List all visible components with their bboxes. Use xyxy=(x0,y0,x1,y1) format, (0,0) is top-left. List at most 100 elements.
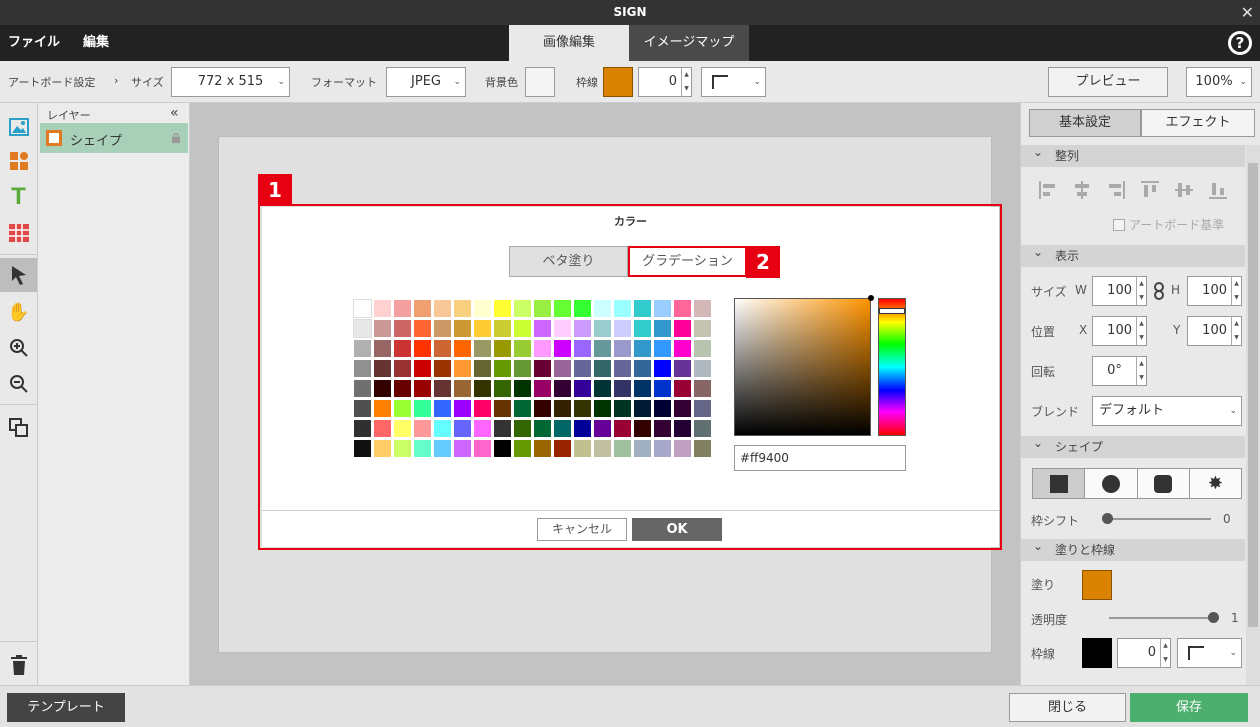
height-stepper[interactable]: 100 ▲ ▼ xyxy=(1187,276,1242,306)
stroke-label: 枠線 xyxy=(1031,647,1056,661)
shapes-icon xyxy=(9,152,28,170)
stepper-arrows-icon[interactable]: ▲ ▼ xyxy=(1136,317,1146,345)
section-shape-header[interactable]: シェイプ xyxy=(1021,432,1245,458)
fill-color-swatch[interactable] xyxy=(1082,570,1112,600)
blend-select[interactable]: デフォルト ⌄ xyxy=(1092,396,1242,426)
circle-shape-button[interactable] xyxy=(1085,469,1138,498)
lock-icon[interactable] xyxy=(172,133,180,143)
tool-divider xyxy=(0,641,37,642)
x-stepper[interactable]: 100 ▲ ▼ xyxy=(1092,316,1147,346)
star-shape-button[interactable]: ✸ xyxy=(1189,469,1241,498)
align-bottom-icon[interactable] xyxy=(1209,181,1227,199)
opacity-slider[interactable] xyxy=(1109,612,1219,623)
starburst-icon: ✸ xyxy=(1207,473,1223,494)
zoom-value: 100% xyxy=(1195,74,1233,89)
corner-style-icon xyxy=(712,75,728,89)
align-right-icon[interactable] xyxy=(1107,181,1125,199)
delete-tool[interactable] xyxy=(0,648,37,682)
zoom-out-tool[interactable] xyxy=(0,367,37,401)
background-color-swatch[interactable] xyxy=(525,67,555,97)
collapse-panel-icon[interactable]: « xyxy=(170,105,179,121)
stepper-arrows-icon[interactable]: ▲ ▼ xyxy=(1231,277,1241,305)
artboard-settings-label: アートボード設定 xyxy=(8,76,96,89)
scrollbar[interactable] xyxy=(1246,145,1260,685)
image-tool[interactable] xyxy=(0,110,37,144)
arrange-tool[interactable] xyxy=(0,411,37,445)
menu-file[interactable]: ファイル xyxy=(8,25,60,61)
select-tool[interactable] xyxy=(0,258,37,292)
slider-handle[interactable] xyxy=(1208,612,1219,623)
annotation-badge-1: 1 xyxy=(258,174,292,206)
align-center-icon[interactable] xyxy=(1073,181,1091,199)
chevron-down-icon: ⌄ xyxy=(277,77,285,87)
align-top-icon[interactable] xyxy=(1141,181,1159,199)
stepper-arrows-icon[interactable]: ▲ ▼ xyxy=(681,68,691,96)
tab-effect[interactable]: エフェクト xyxy=(1141,109,1255,137)
zoom-in-tool[interactable] xyxy=(0,331,37,365)
close-button[interactable]: 閉じる xyxy=(1009,693,1126,722)
opacity-label: 透明度 xyxy=(1031,613,1068,627)
border-shift-value: 0 xyxy=(1223,512,1231,526)
save-button[interactable]: 保存 xyxy=(1130,693,1248,722)
rounded-rect-shape-button[interactable] xyxy=(1137,469,1190,498)
section-display-header[interactable]: 表示 xyxy=(1021,241,1245,267)
stroke-color-swatch[interactable] xyxy=(1082,638,1112,668)
app-title: SIGN xyxy=(613,5,647,19)
text-tool[interactable]: T xyxy=(0,180,37,214)
stepper-arrows-icon[interactable]: ▲ ▼ xyxy=(1136,357,1146,385)
tab-image-map[interactable]: イメージマップ xyxy=(629,25,749,61)
title-bar: SIGN ✕ xyxy=(0,0,1260,25)
stepper-arrows-icon[interactable]: ▲ ▼ xyxy=(1160,639,1170,667)
size-value: 772 x 515 xyxy=(197,74,264,89)
scrollbar-thumb[interactable] xyxy=(1248,163,1258,627)
zoom-select[interactable]: 100% ⌄ xyxy=(1186,67,1252,97)
y-stepper[interactable]: 100 ▲ ▼ xyxy=(1187,316,1242,346)
stroke-width-stepper[interactable]: 0 ▲ ▼ xyxy=(1117,638,1171,668)
zoom-out-icon xyxy=(9,375,28,393)
help-icon[interactable]: ? xyxy=(1228,31,1252,55)
border-color-swatch[interactable] xyxy=(603,67,633,97)
preview-button[interactable]: プレビュー xyxy=(1048,67,1168,97)
size-label: サイズ xyxy=(1031,285,1067,299)
width-value: 100 xyxy=(1107,283,1132,298)
stepper-arrows-icon[interactable]: ▲ ▼ xyxy=(1136,277,1146,305)
parts-tool[interactable] xyxy=(0,144,37,178)
stepper-arrows-icon[interactable]: ▲ ▼ xyxy=(1231,317,1241,345)
tab-basic-settings[interactable]: 基本設定 xyxy=(1029,109,1141,137)
size-select[interactable]: 772 x 515 ⌄ xyxy=(171,67,290,97)
section-fill-stroke-header[interactable]: 塗りと枠線 xyxy=(1021,535,1245,561)
border-style-select[interactable]: ⌄ xyxy=(701,67,766,97)
border-width-stepper[interactable]: 0 ▲ ▼ xyxy=(638,67,692,97)
text-icon: T xyxy=(11,183,26,210)
link-aspect-icon[interactable] xyxy=(1154,282,1164,300)
template-button[interactable]: テンプレート xyxy=(7,693,125,722)
close-window-icon[interactable]: ✕ xyxy=(1241,0,1254,25)
height-value: 100 xyxy=(1202,283,1227,298)
blend-label: ブレンド xyxy=(1031,405,1080,419)
hand-tool[interactable]: ✋ xyxy=(0,295,37,329)
rotation-stepper[interactable]: 0° ▲ ▼ xyxy=(1092,356,1147,386)
rectangle-shape-button[interactable] xyxy=(1033,469,1086,498)
align-left-icon[interactable] xyxy=(1039,181,1057,199)
background-color-label: 背景色 xyxy=(485,76,518,89)
rounded-rect-icon xyxy=(1154,474,1173,493)
stroke-style-select[interactable]: ⌄ xyxy=(1177,638,1242,668)
slider-handle[interactable] xyxy=(1102,513,1113,524)
table-icon xyxy=(8,224,29,242)
width-stepper[interactable]: 100 ▲ ▼ xyxy=(1092,276,1147,306)
tab-image-edit[interactable]: 画像編集 xyxy=(509,25,629,61)
shape-layer-icon xyxy=(46,130,62,146)
format-select[interactable]: JPEG ⌄ xyxy=(386,67,466,97)
toolbar: アートボード設定 › サイズ 772 x 515 ⌄ フォーマット JPEG ⌄ 背… xyxy=(0,61,1260,103)
menu-edit[interactable]: 編集 xyxy=(83,25,109,61)
artboard-ref-label: アートボード基準 xyxy=(1129,218,1225,232)
border-shift-label: 枠シフト xyxy=(1031,514,1080,528)
layer-item[interactable]: シェイプ xyxy=(40,123,188,153)
section-align-header[interactable]: 整列 xyxy=(1021,141,1245,167)
chevron-down-icon: ⌄ xyxy=(1229,648,1237,658)
align-middle-icon[interactable] xyxy=(1175,181,1193,199)
table-tool[interactable] xyxy=(0,216,37,250)
artboard-ref-checkbox[interactable]: アートボード基準 xyxy=(1113,216,1224,233)
annotation-badge-2: 2 xyxy=(746,246,780,278)
border-shift-slider[interactable] xyxy=(1102,513,1211,524)
